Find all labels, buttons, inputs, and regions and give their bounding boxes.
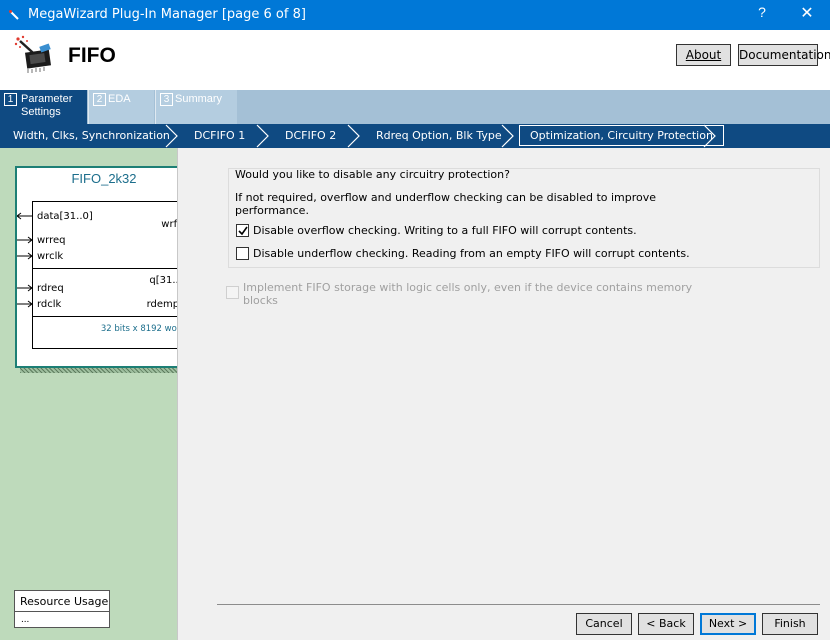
help-button[interactable]: ? — [752, 4, 772, 20]
tab-summary[interactable]: 3 Summary — [155, 90, 237, 124]
logic-cells-label-line1: Implement FIFO storage with logic cells … — [243, 281, 693, 294]
underflow-checkbox[interactable] — [236, 247, 249, 260]
chip-wand-icon — [14, 35, 51, 73]
header: FIFO About Documentation — [0, 30, 830, 90]
breadcrumb-optimization[interactable]: Optimization, Circuitry Protection — [519, 125, 724, 146]
underflow-label[interactable]: Disable underflow checking. Reading from… — [253, 247, 690, 260]
fifo-symbol: FIFO_2k32 data[31..0] wrreq wrclk wrfull… — [15, 166, 193, 368]
close-button[interactable]: ✕ — [796, 3, 818, 23]
about-button[interactable]: About — [676, 44, 731, 66]
breadcrumb-dcfifo-1[interactable]: DCFIFO 1 — [194, 129, 245, 142]
check-icon — [238, 226, 248, 236]
chevron-right-icon — [347, 124, 360, 148]
resource-usage-box: Resource Usage ... — [14, 590, 110, 628]
resource-usage-title: Resource Usage — [20, 595, 109, 608]
back-button[interactable]: < Back — [638, 613, 694, 635]
breadcrumb: Width, Clks, Synchronization DCFIFO 1 DC… — [0, 124, 830, 148]
finish-button[interactable]: Finish — [762, 613, 818, 635]
documentation-button[interactable]: Documentation — [738, 44, 830, 66]
page-title: FIFO — [68, 44, 116, 67]
logic-cells-checkbox[interactable] — [226, 286, 239, 299]
overflow-checkbox[interactable] — [236, 224, 249, 237]
title-bar: MegaWizard Plug-In Manager [page 6 of 8]… — [0, 0, 830, 30]
breadcrumb-rdreq-option[interactable]: Rdreq Option, Blk Type — [376, 129, 502, 142]
footer-divider — [217, 604, 820, 605]
window-title: MegaWizard Plug-In Manager [page 6 of 8] — [28, 7, 306, 22]
divider — [15, 611, 109, 612]
chevron-right-icon — [165, 124, 178, 148]
pin-lines — [17, 212, 193, 308]
tab-strip: 1 Parameter Settings 2 EDA 3 Summary — [0, 90, 830, 124]
chevron-right-icon — [256, 124, 269, 148]
tab-eda[interactable]: 2 EDA — [88, 90, 154, 124]
logic-cells-label-line2: blocks — [243, 294, 278, 307]
protection-info-line2: performance. — [235, 204, 309, 217]
tab-parameter-settings[interactable]: 1 Parameter Settings — [0, 90, 87, 124]
breadcrumb-width-clks[interactable]: Width, Clks, Synchronization — [13, 129, 170, 142]
cancel-button[interactable]: Cancel — [576, 613, 632, 635]
chevron-right-icon — [501, 124, 514, 148]
protection-info-line1: If not required, overflow and underflow … — [235, 191, 657, 204]
chevron-right-icon — [703, 124, 716, 148]
app-icon — [9, 10, 19, 20]
resource-usage-value: ... — [21, 614, 30, 625]
next-button[interactable]: Next > — [700, 613, 756, 635]
overflow-label[interactable]: Disable overflow checking. Writing to a … — [253, 224, 637, 237]
breadcrumb-dcfifo-2[interactable]: DCFIFO 2 — [285, 129, 336, 142]
protection-question: Would you like to disable any circuitry … — [235, 168, 510, 181]
